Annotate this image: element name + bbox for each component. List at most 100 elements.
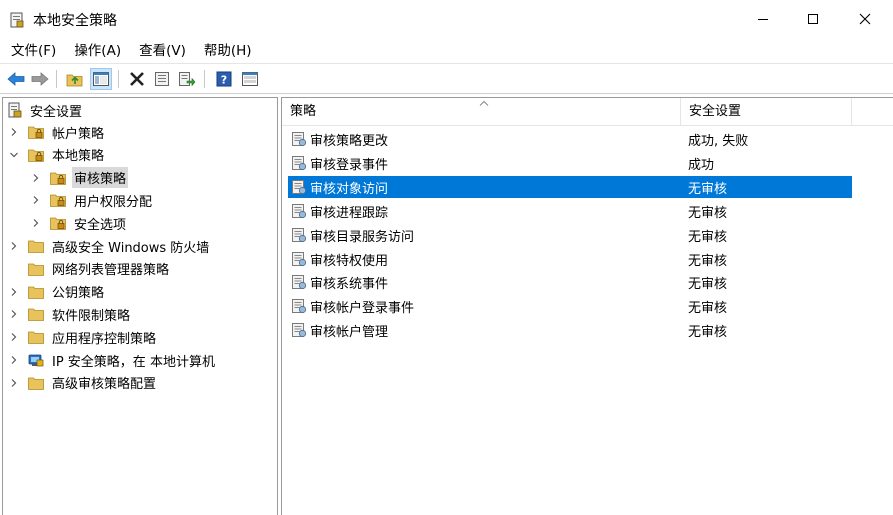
tree-item-label: 审核策略 xyxy=(72,167,129,189)
delete-button[interactable] xyxy=(126,68,148,90)
security-setting-cell: 无审核 xyxy=(688,301,728,317)
list-header: 策略 安全设置 xyxy=(282,98,893,126)
chevron-right-icon[interactable] xyxy=(8,354,20,366)
policy-icon xyxy=(291,203,307,219)
chevron-right-icon[interactable] xyxy=(8,377,20,389)
tree-item-label: 应用程序控制策略 xyxy=(52,331,157,347)
forward-arrow-icon xyxy=(31,72,49,86)
policy-name-cell: 审核目录服务访问 xyxy=(310,229,415,245)
policy-icon xyxy=(291,155,307,171)
properties-icon xyxy=(155,72,169,86)
table-row[interactable]: 审核目录服务访问 无审核 xyxy=(288,224,852,246)
tree-root-security-settings[interactable]: 安全设置 xyxy=(8,99,84,121)
policy-icon xyxy=(291,227,307,243)
minimize-icon xyxy=(758,19,768,20)
menu-file[interactable]: 文件(F) xyxy=(5,40,62,62)
tree-item[interactable]: 本地策略 xyxy=(8,144,106,166)
tree-item[interactable]: 审核策略 xyxy=(30,167,129,189)
ip-security-icon xyxy=(28,353,44,367)
security-setting-cell: 无审核 xyxy=(688,253,728,269)
security-setting-cell: 成功, 失败 xyxy=(688,134,749,149)
close-icon xyxy=(859,13,871,25)
policy-icon xyxy=(291,131,307,147)
policy-name-cell: 审核对象访问 xyxy=(310,181,389,197)
policy-name-cell: 审核帐户登录事件 xyxy=(310,301,415,317)
chevron-right-icon[interactable] xyxy=(30,217,42,229)
security-setting-cell: 无审核 xyxy=(688,277,728,293)
toolbar: ? xyxy=(0,63,893,94)
export-list-icon xyxy=(179,72,196,87)
tree-item[interactable]: 应用程序控制策略 xyxy=(8,326,158,348)
table-row[interactable]: 审核系统事件 无审核 xyxy=(288,271,852,293)
export-list-button[interactable] xyxy=(176,68,198,90)
local-security-policy-window: 本地安全策略 文件(F) 操作(A) 查看(V) 帮助(H) ? 安全设置 帐户… xyxy=(0,0,893,515)
maximize-icon xyxy=(808,14,818,24)
policy-name-cell: 审核帐户管理 xyxy=(310,325,389,341)
chevron-right-icon[interactable] xyxy=(8,126,20,138)
console-view-button[interactable] xyxy=(239,68,261,90)
chevron-right-icon[interactable] xyxy=(8,331,20,343)
folder-icon xyxy=(28,376,44,390)
policy-name-cell: 审核系统事件 xyxy=(310,277,389,293)
delete-icon xyxy=(130,72,144,86)
folder-icon xyxy=(28,307,44,322)
folder-icon xyxy=(28,239,44,253)
help-icon: ? xyxy=(216,71,232,87)
column-header-security-setting[interactable]: 安全设置 xyxy=(681,98,851,126)
title-bar[interactable]: 本地安全策略 xyxy=(0,0,893,38)
table-row[interactable]: 审核对象访问 无审核 xyxy=(288,175,852,198)
tree-item[interactable]: 软件限制策略 xyxy=(8,303,132,325)
table-row[interactable]: 审核帐户登录事件 无审核 xyxy=(288,295,852,317)
table-row[interactable]: 审核登录事件 成功 xyxy=(288,152,852,174)
menu-action[interactable]: 操作(A) xyxy=(68,40,127,62)
table-row[interactable]: 审核策略更改 成功, 失败 xyxy=(288,128,852,150)
security-setting-cell: 无审核 xyxy=(688,181,728,197)
menu-view[interactable]: 查看(V) xyxy=(133,40,192,62)
folder-lock-icon xyxy=(28,148,44,162)
chevron-down-icon[interactable] xyxy=(8,149,20,161)
tree-item-label: 本地策略 xyxy=(52,149,105,165)
folder-icon xyxy=(28,285,44,299)
tree-item[interactable]: 高级审核策略配置 xyxy=(8,372,158,394)
folder-lock-icon xyxy=(50,171,66,185)
table-row[interactable]: 审核进程跟踪 无审核 xyxy=(288,200,852,222)
table-row[interactable]: 审核特权使用 无审核 xyxy=(288,248,852,270)
policy-name-cell: 审核登录事件 xyxy=(310,157,389,173)
tree-item[interactable]: 安全选项 xyxy=(30,212,128,234)
tree-item-label: 安全选项 xyxy=(74,217,127,233)
tree-item-label: 帐户策略 xyxy=(52,126,105,142)
close-button[interactable] xyxy=(842,0,888,38)
tree-item[interactable]: IP 安全策略，在 本地计算机 xyxy=(8,349,217,371)
console-tree[interactable]: 安全设置 帐户策略本地策略审核策略 用户权限分配安全选项高级安全 Windows … xyxy=(2,97,278,515)
maximize-button[interactable] xyxy=(790,0,836,38)
chevron-right-icon[interactable] xyxy=(8,240,20,252)
expander-placeholder xyxy=(8,263,20,275)
chevron-right-icon[interactable] xyxy=(30,172,42,184)
policy-list-view[interactable]: 策略 安全设置 审核策略更改 成功, 失败 审核登录事件 成功 审核对象访问 无审核 审核进… xyxy=(281,97,893,515)
tree-item[interactable]: 帐户策略 xyxy=(8,121,106,143)
back-arrow-icon xyxy=(7,72,25,86)
minimize-button[interactable] xyxy=(740,0,786,38)
policy-icon xyxy=(291,274,307,290)
chevron-right-icon[interactable] xyxy=(8,308,20,320)
back-button[interactable] xyxy=(5,68,27,90)
help-button[interactable]: ? xyxy=(213,68,235,90)
policy-name-cell: 审核进程跟踪 xyxy=(310,205,389,221)
menu-help[interactable]: 帮助(H) xyxy=(198,40,258,62)
tree-item[interactable]: 用户权限分配 xyxy=(30,189,154,211)
sort-ascending-icon xyxy=(479,100,489,106)
chevron-right-icon[interactable] xyxy=(8,286,20,298)
security-setting-cell: 无审核 xyxy=(688,205,728,221)
tree-item[interactable]: 公钥策略 xyxy=(8,281,106,303)
folder-icon xyxy=(28,330,44,345)
tree-item[interactable]: 网络列表管理器策略 xyxy=(8,258,171,280)
up-one-level-button[interactable] xyxy=(64,68,86,90)
folder-lock-icon xyxy=(28,125,44,139)
table-row[interactable]: 审核帐户管理 无审核 xyxy=(288,319,852,341)
folder-lock-icon xyxy=(50,216,66,231)
chevron-right-icon[interactable] xyxy=(30,194,42,206)
tree-item[interactable]: 高级安全 Windows 防火墙 xyxy=(8,235,211,257)
forward-button[interactable] xyxy=(29,68,51,90)
show-hide-console-tree-button[interactable] xyxy=(90,68,112,90)
properties-button[interactable] xyxy=(151,68,173,90)
